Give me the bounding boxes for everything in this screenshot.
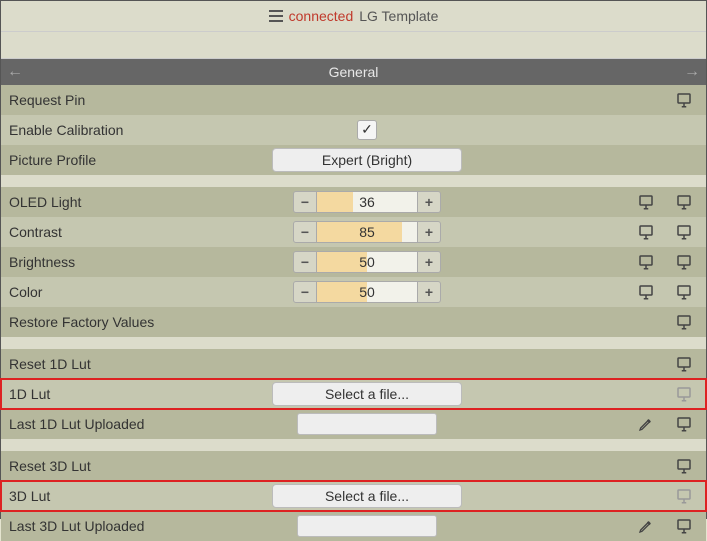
label-enable-calibration: Enable Calibration bbox=[7, 122, 267, 138]
label-last-3d-lut: Last 3D Lut Uploaded bbox=[7, 518, 267, 534]
divider bbox=[1, 439, 706, 451]
label-reset-1d-lut: Reset 1D Lut bbox=[7, 356, 267, 372]
label-restore-factory: Restore Factory Values bbox=[7, 314, 267, 330]
label-brightness: Brightness bbox=[7, 254, 267, 270]
1d-lut-file-button[interactable]: Select a file... bbox=[272, 382, 462, 406]
section-title: General bbox=[23, 64, 684, 80]
apply-all-icon[interactable] bbox=[674, 252, 694, 272]
contrast-value: 85 bbox=[317, 221, 417, 243]
prev-arrow-icon[interactable]: ← bbox=[7, 63, 23, 81]
minus-icon[interactable]: − bbox=[293, 281, 317, 303]
brightness-value: 50 bbox=[317, 251, 417, 273]
apply-all-icon[interactable] bbox=[674, 222, 694, 242]
color-value: 50 bbox=[317, 281, 417, 303]
oled-light-stepper[interactable]: − 36 + bbox=[293, 191, 441, 213]
row-request-pin: Request Pin bbox=[1, 85, 706, 115]
plus-icon[interactable]: + bbox=[417, 251, 441, 273]
picture-profile-select[interactable]: Expert (Bright) bbox=[272, 148, 462, 172]
menu-icon[interactable] bbox=[269, 10, 283, 22]
apply-icon bbox=[674, 384, 694, 404]
app-header: connected LG Template bbox=[1, 1, 706, 31]
color-stepper[interactable]: − 50 + bbox=[293, 281, 441, 303]
plus-icon[interactable]: + bbox=[417, 221, 441, 243]
row-reset-1d-lut: Reset 1D Lut bbox=[1, 349, 706, 379]
connection-status: connected bbox=[289, 8, 354, 24]
label-request-pin: Request Pin bbox=[7, 92, 267, 108]
label-contrast: Contrast bbox=[7, 224, 267, 240]
next-arrow-icon[interactable]: → bbox=[684, 63, 700, 81]
label-last-1d-lut: Last 1D Lut Uploaded bbox=[7, 416, 267, 432]
enable-calibration-checkbox[interactable]: ✓ bbox=[357, 120, 377, 140]
label-1d-lut: 1D Lut bbox=[7, 386, 267, 402]
last-3d-lut-input[interactable] bbox=[297, 515, 437, 537]
divider bbox=[1, 337, 706, 349]
apply-icon[interactable] bbox=[674, 90, 694, 110]
header-spacer bbox=[1, 31, 706, 59]
3d-lut-file-button-label: Select a file... bbox=[325, 488, 409, 504]
minus-icon[interactable]: − bbox=[293, 251, 317, 273]
plus-icon[interactable]: + bbox=[417, 281, 441, 303]
label-oled-light: OLED Light bbox=[7, 194, 267, 210]
apply-icon[interactable] bbox=[636, 282, 656, 302]
divider bbox=[1, 175, 706, 187]
minus-icon[interactable]: − bbox=[293, 191, 317, 213]
last-1d-lut-input[interactable] bbox=[297, 413, 437, 435]
row-picture-profile: Picture Profile Expert (Bright) bbox=[1, 145, 706, 175]
apply-icon[interactable] bbox=[674, 456, 694, 476]
row-last-1d-lut: Last 1D Lut Uploaded bbox=[1, 409, 706, 439]
brightness-stepper[interactable]: − 50 + bbox=[293, 251, 441, 273]
edit-icon[interactable] bbox=[636, 414, 656, 434]
apply-all-icon[interactable] bbox=[674, 192, 694, 212]
apply-icon[interactable] bbox=[636, 192, 656, 212]
apply-icon[interactable] bbox=[674, 414, 694, 434]
label-picture-profile: Picture Profile bbox=[7, 152, 267, 168]
apply-icon bbox=[674, 486, 694, 506]
row-restore-factory: Restore Factory Values bbox=[1, 307, 706, 337]
apply-icon[interactable] bbox=[636, 252, 656, 272]
contrast-stepper[interactable]: − 85 + bbox=[293, 221, 441, 243]
row-3d-lut: 3D Lut Select a file... bbox=[1, 481, 706, 511]
apply-icon[interactable] bbox=[674, 354, 694, 374]
row-oled-light: OLED Light − 36 + bbox=[1, 187, 706, 217]
row-enable-calibration: Enable Calibration ✓ bbox=[1, 115, 706, 145]
row-reset-3d-lut: Reset 3D Lut bbox=[1, 451, 706, 481]
label-color: Color bbox=[7, 284, 267, 300]
minus-icon[interactable]: − bbox=[293, 221, 317, 243]
row-brightness: Brightness − 50 + bbox=[1, 247, 706, 277]
section-header: ← General → bbox=[1, 59, 706, 85]
label-3d-lut: 3D Lut bbox=[7, 488, 267, 504]
label-reset-3d-lut: Reset 3D Lut bbox=[7, 458, 267, 474]
row-1d-lut: 1D Lut Select a file... bbox=[1, 379, 706, 409]
device-title: LG Template bbox=[359, 8, 438, 24]
plus-icon[interactable]: + bbox=[417, 191, 441, 213]
row-color: Color − 50 + bbox=[1, 277, 706, 307]
row-last-3d-lut: Last 3D Lut Uploaded bbox=[1, 511, 706, 541]
apply-icon[interactable] bbox=[674, 312, 694, 332]
picture-profile-value: Expert (Bright) bbox=[322, 152, 412, 168]
3d-lut-file-button[interactable]: Select a file... bbox=[272, 484, 462, 508]
apply-all-icon[interactable] bbox=[674, 282, 694, 302]
oled-light-value: 36 bbox=[317, 191, 417, 213]
apply-icon[interactable] bbox=[636, 222, 656, 242]
row-contrast: Contrast − 85 + bbox=[1, 217, 706, 247]
1d-lut-file-button-label: Select a file... bbox=[325, 386, 409, 402]
